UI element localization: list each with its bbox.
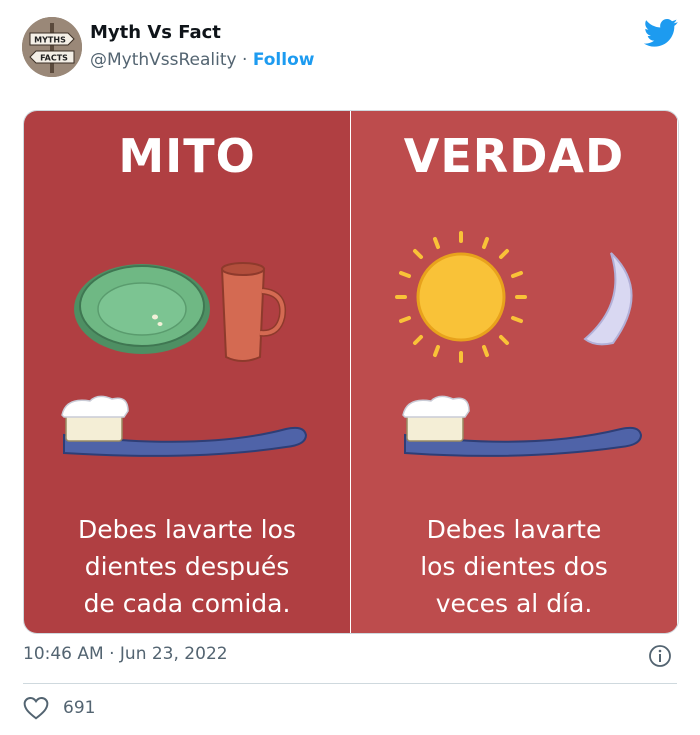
myth-title: MITO xyxy=(118,129,256,183)
fact-caption: Debes lavarte los dientes dos veces al d… xyxy=(351,511,677,622)
myth-caption-line: dientes después xyxy=(84,552,290,581)
myth-caption-line: de cada comida. xyxy=(83,589,291,618)
like-button[interactable]: 691 xyxy=(23,694,95,722)
myth-caption: Debes lavarte los dientes después de cad… xyxy=(24,511,350,622)
twitter-bird-icon[interactable] xyxy=(644,18,678,48)
fact-panel: VERDAD Debes lavarte los dientes dos vec… xyxy=(351,111,677,633)
sun-icon xyxy=(395,231,527,363)
avatar-sign-bottom: FACTS xyxy=(40,54,68,63)
fact-caption-line: Debes lavarte xyxy=(426,515,602,544)
fact-title: VERDAD xyxy=(403,129,625,183)
divider xyxy=(23,683,677,684)
myth-panel: MITO Debes lavarte los dientes después d… xyxy=(24,111,350,633)
tweet-header: MYTHS FACTS Myth Vs Fact @MythVssReality… xyxy=(0,0,700,110)
handle-separator: · xyxy=(236,50,253,70)
fact-caption-line: los dientes dos xyxy=(420,552,608,581)
heart-icon xyxy=(23,697,49,720)
author-handle[interactable]: @MythVssReality xyxy=(90,50,237,70)
signpost-icon: MYTHS FACTS xyxy=(22,17,82,77)
author-line: @MythVssReality · Follow xyxy=(90,50,314,70)
tweet-image[interactable]: MITO Debes lavarte los dientes después d… xyxy=(23,110,679,634)
follow-button[interactable]: Follow xyxy=(253,50,315,70)
info-icon[interactable] xyxy=(648,644,672,668)
fact-caption-line: veces al día. xyxy=(435,589,593,618)
avatar[interactable]: MYTHS FACTS xyxy=(22,17,82,77)
tweet-timestamp[interactable]: 10:46 AM · Jun 23, 2022 xyxy=(23,644,228,664)
author-name[interactable]: Myth Vs Fact xyxy=(90,22,221,43)
avatar-sign-top: MYTHS xyxy=(34,36,66,45)
myth-caption-line: Debes lavarte los xyxy=(78,515,296,544)
like-count: 691 xyxy=(63,698,96,718)
